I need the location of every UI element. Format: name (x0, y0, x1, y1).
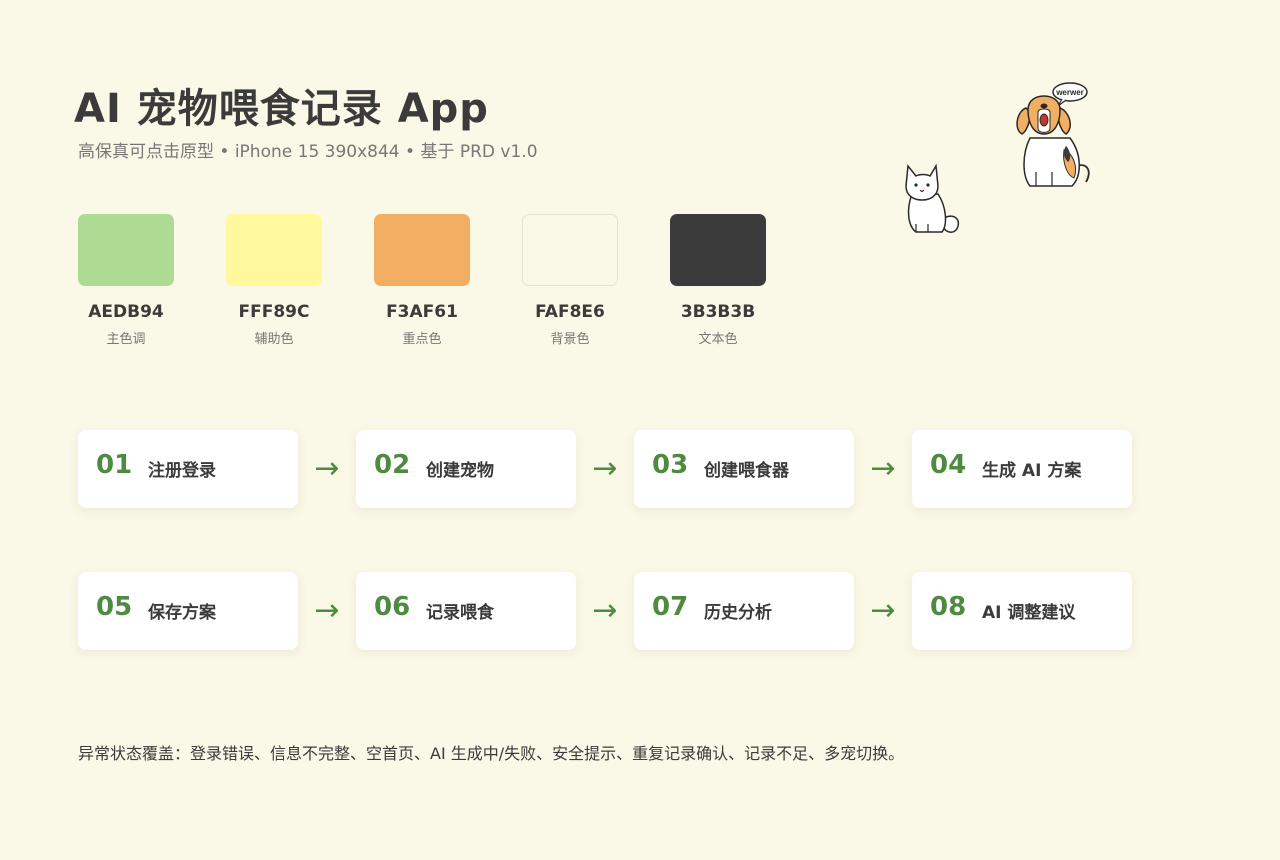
step-number: 06 (374, 592, 411, 622)
page-title: AI 宠物喂食记录 App (74, 86, 489, 132)
swatch-highlight: F3AF61 重点色 (374, 214, 470, 347)
swatch-name: 文本色 (698, 332, 738, 347)
swatch-name: 辅助色 (254, 332, 294, 347)
swatch-color (226, 214, 322, 286)
step-number: 08 (930, 592, 967, 622)
flow-step-card[interactable]: 02 创建宠物 (356, 430, 576, 508)
swatch-hex: FAF8E6 (535, 302, 605, 322)
step-label: 保存方案 (148, 603, 216, 623)
swatch-primary: AEDB94 主色调 (78, 214, 174, 347)
swatch-hex: 3B3B3B (680, 302, 756, 322)
step-number: 03 (652, 450, 689, 480)
cat-illustration (905, 163, 960, 233)
flow-step-card[interactable]: 03 创建喂食器 (634, 430, 854, 508)
step-label: 创建宠物 (426, 461, 494, 481)
swatch-color (670, 214, 766, 286)
step-label: 记录喂食 (426, 603, 494, 623)
dog-illustration: werwer (1016, 82, 1090, 187)
flow-step-card[interactable]: 01 注册登录 (78, 430, 298, 508)
step-label: 创建喂食器 (704, 461, 789, 481)
swatch-hex: FFF89C (238, 302, 310, 322)
swatch-hex: F3AF61 (386, 302, 458, 322)
cat-head (905, 163, 939, 201)
flow-row-2: 05 保存方案 → 06 记录喂食 → 07 历史分析 → 08 AI 调整建议 (78, 572, 1132, 650)
step-number: 01 (96, 450, 133, 480)
cat-mouth (919, 189, 925, 192)
flow-step-card[interactable]: 07 历史分析 (634, 572, 854, 650)
swatch-color (78, 214, 174, 286)
swatch-name: 主色调 (106, 332, 146, 347)
step-label: AI 调整建议 (982, 603, 1076, 623)
arrow-right-icon: → (592, 451, 618, 486)
cat-eye-left (914, 183, 918, 187)
step-label: 生成 AI 方案 (982, 461, 1082, 481)
swatch-secondary: FFF89C 辅助色 (226, 214, 322, 347)
color-palette: AEDB94 主色调 FFF89C 辅助色 F3AF61 重点色 FAF8E6 … (78, 214, 766, 347)
step-number: 05 (96, 592, 133, 622)
swatch-hex: AEDB94 (88, 302, 164, 322)
arrow-right-icon: → (314, 451, 340, 486)
swatch-background: FAF8E6 背景色 (522, 214, 618, 347)
flow-step-card[interactable]: 08 AI 调整建议 (912, 572, 1132, 650)
arrow-right-icon: → (870, 593, 896, 628)
step-label: 历史分析 (704, 603, 772, 623)
swatch-text: 3B3B3B 文本色 (670, 214, 766, 347)
step-number: 04 (930, 450, 967, 480)
speech-bubble-text: werwer (1055, 88, 1084, 97)
swatch-name: 背景色 (550, 332, 590, 347)
arrow-right-icon: → (314, 593, 340, 628)
step-label: 注册登录 (148, 461, 216, 481)
cat-eye-right (926, 183, 930, 187)
step-number: 02 (374, 450, 411, 480)
flow-row-1: 01 注册登录 → 02 创建宠物 → 03 创建喂食器 → 04 生成 AI … (78, 430, 1132, 508)
exception-states-note: 异常状态覆盖：登录错误、信息不完整、空首页、AI 生成中/失败、安全提示、重复记… (78, 744, 905, 763)
arrow-right-icon: → (870, 451, 896, 486)
swatch-color (374, 214, 470, 286)
dog-nose (1040, 103, 1048, 109)
step-number: 07 (652, 592, 689, 622)
flow-step-card[interactable]: 04 生成 AI 方案 (912, 430, 1132, 508)
swatch-name: 重点色 (402, 332, 442, 347)
flow-step-card[interactable]: 06 记录喂食 (356, 572, 576, 650)
arrow-right-icon: → (592, 593, 618, 628)
flow-step-card[interactable]: 05 保存方案 (78, 572, 298, 650)
dog-open-mouth (1039, 113, 1049, 127)
page-subtitle: 高保真可点击原型 • iPhone 15 390x844 • 基于 PRD v1… (78, 142, 538, 162)
swatch-color (522, 214, 618, 286)
